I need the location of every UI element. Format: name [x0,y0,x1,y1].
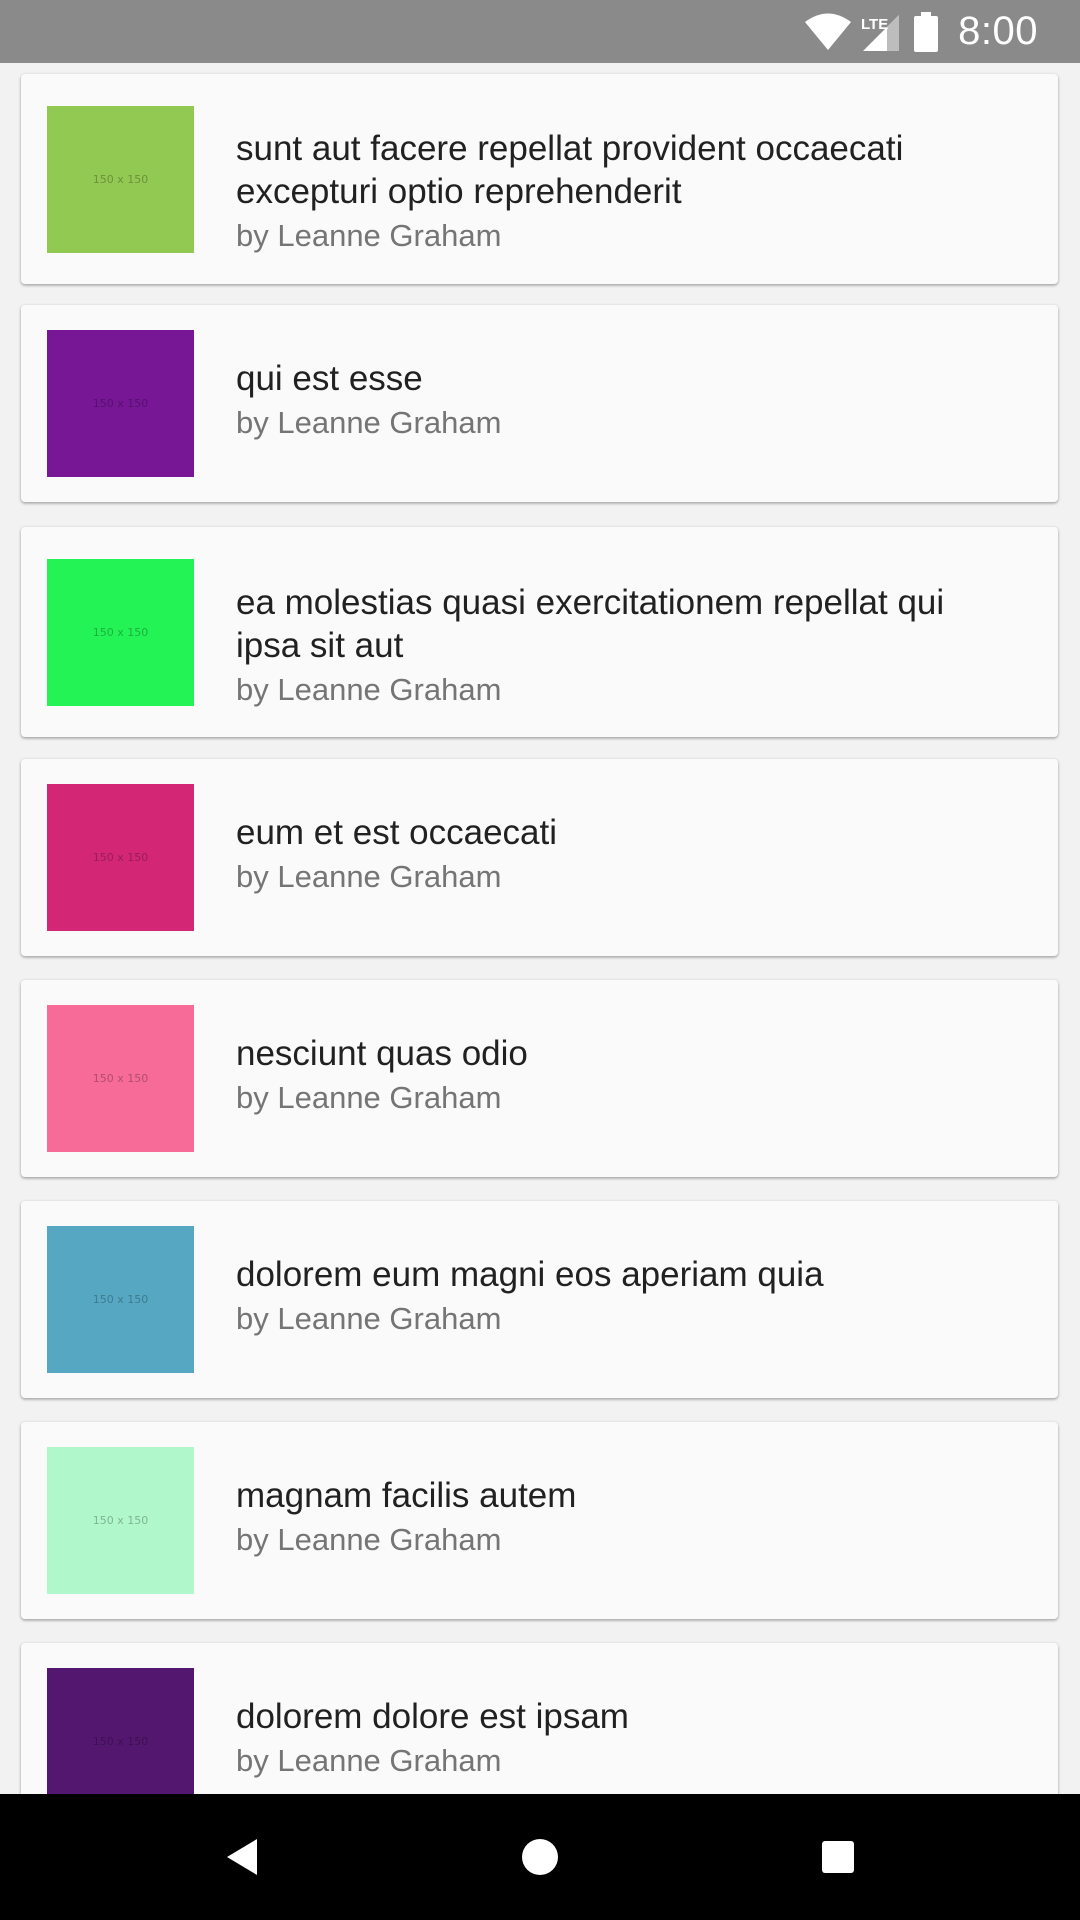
post-thumbnail: 150 x 150 [47,559,194,706]
post-card[interactable]: 150 x 150 nesciunt quas odio by Leanne G… [21,980,1058,1177]
post-author: by Leanne Graham [236,1522,502,1557]
thumbnail-label: 150 x 150 [92,851,149,864]
thumbnail-label: 150 x 150 [92,397,149,410]
post-author: by Leanne Graham [236,859,502,894]
post-title: ea molestias quasi exercitationem repell… [236,583,945,665]
post-title: dolorem dolore est ipsam [236,1697,629,1736]
post-thumbnail: 150 x 150 [47,784,194,931]
home-button[interactable] [480,1794,600,1920]
post-author: by Leanne Graham [236,672,502,707]
back-icon [227,1839,257,1875]
post-card[interactable]: 150 x 150 sunt aut facere repellat provi… [21,74,1058,284]
post-author: by Leanne Graham [236,218,502,253]
cellular-signal-icon: LTE [860,11,902,53]
thumbnail-label: 150 x 150 [92,626,149,639]
battery-icon [914,11,939,52]
post-thumbnail: 150 x 150 [47,1226,194,1373]
thumbnail-label: 150 x 150 [92,1514,149,1527]
thumbnail-label: 150 x 150 [92,173,149,186]
clock: 8:00 [958,9,1038,53]
status-icons: LTE 8:00 [804,0,1038,63]
post-card[interactable]: 150 x 150 eum et est occaecati by Leanne… [21,759,1058,956]
post-title: magnam facilis autem [236,1476,577,1515]
post-card[interactable]: 150 x 150 magnam facilis autem by Leanne… [21,1422,1058,1619]
network-type-label: LTE [861,16,888,33]
post-list[interactable]: 150 x 150 sunt aut facere repellat provi… [0,63,1080,1794]
post-author: by Leanne Graham [236,1080,502,1115]
post-card[interactable]: 150 x 150 dolorem dolore est ipsam by Le… [21,1643,1058,1794]
post-card[interactable]: 150 x 150 ea molestias quasi exercitatio… [21,527,1058,737]
wifi-icon [804,13,852,51]
post-title: dolorem eum magni eos aperiam quia [236,1255,824,1294]
navigation-bar [0,1794,1080,1920]
thumbnail-label: 150 x 150 [92,1735,149,1748]
post-card[interactable]: 150 x 150 qui est esse by Leanne Graham [21,305,1058,502]
thumbnail-label: 150 x 150 [92,1293,149,1306]
back-button[interactable] [182,1794,302,1920]
post-thumbnail: 150 x 150 [47,106,194,253]
recents-icon [822,1841,854,1873]
home-icon [522,1839,558,1875]
post-author: by Leanne Graham [236,405,502,440]
recents-button[interactable] [778,1794,898,1920]
post-title: eum et est occaecati [236,813,557,852]
post-title: sunt aut facere repellat provident occae… [236,129,904,211]
thumbnail-label: 150 x 150 [92,1072,149,1085]
post-title: nesciunt quas odio [236,1034,528,1073]
post-thumbnail: 150 x 150 [47,1668,194,1794]
post-thumbnail: 150 x 150 [47,330,194,477]
post-title: qui est esse [236,359,423,398]
post-card[interactable]: 150 x 150 dolorem eum magni eos aperiam … [21,1201,1058,1398]
post-author: by Leanne Graham [236,1301,502,1336]
post-thumbnail: 150 x 150 [47,1447,194,1594]
status-bar: LTE 8:00 [0,0,1080,63]
post-author: by Leanne Graham [236,1743,502,1778]
post-thumbnail: 150 x 150 [47,1005,194,1152]
